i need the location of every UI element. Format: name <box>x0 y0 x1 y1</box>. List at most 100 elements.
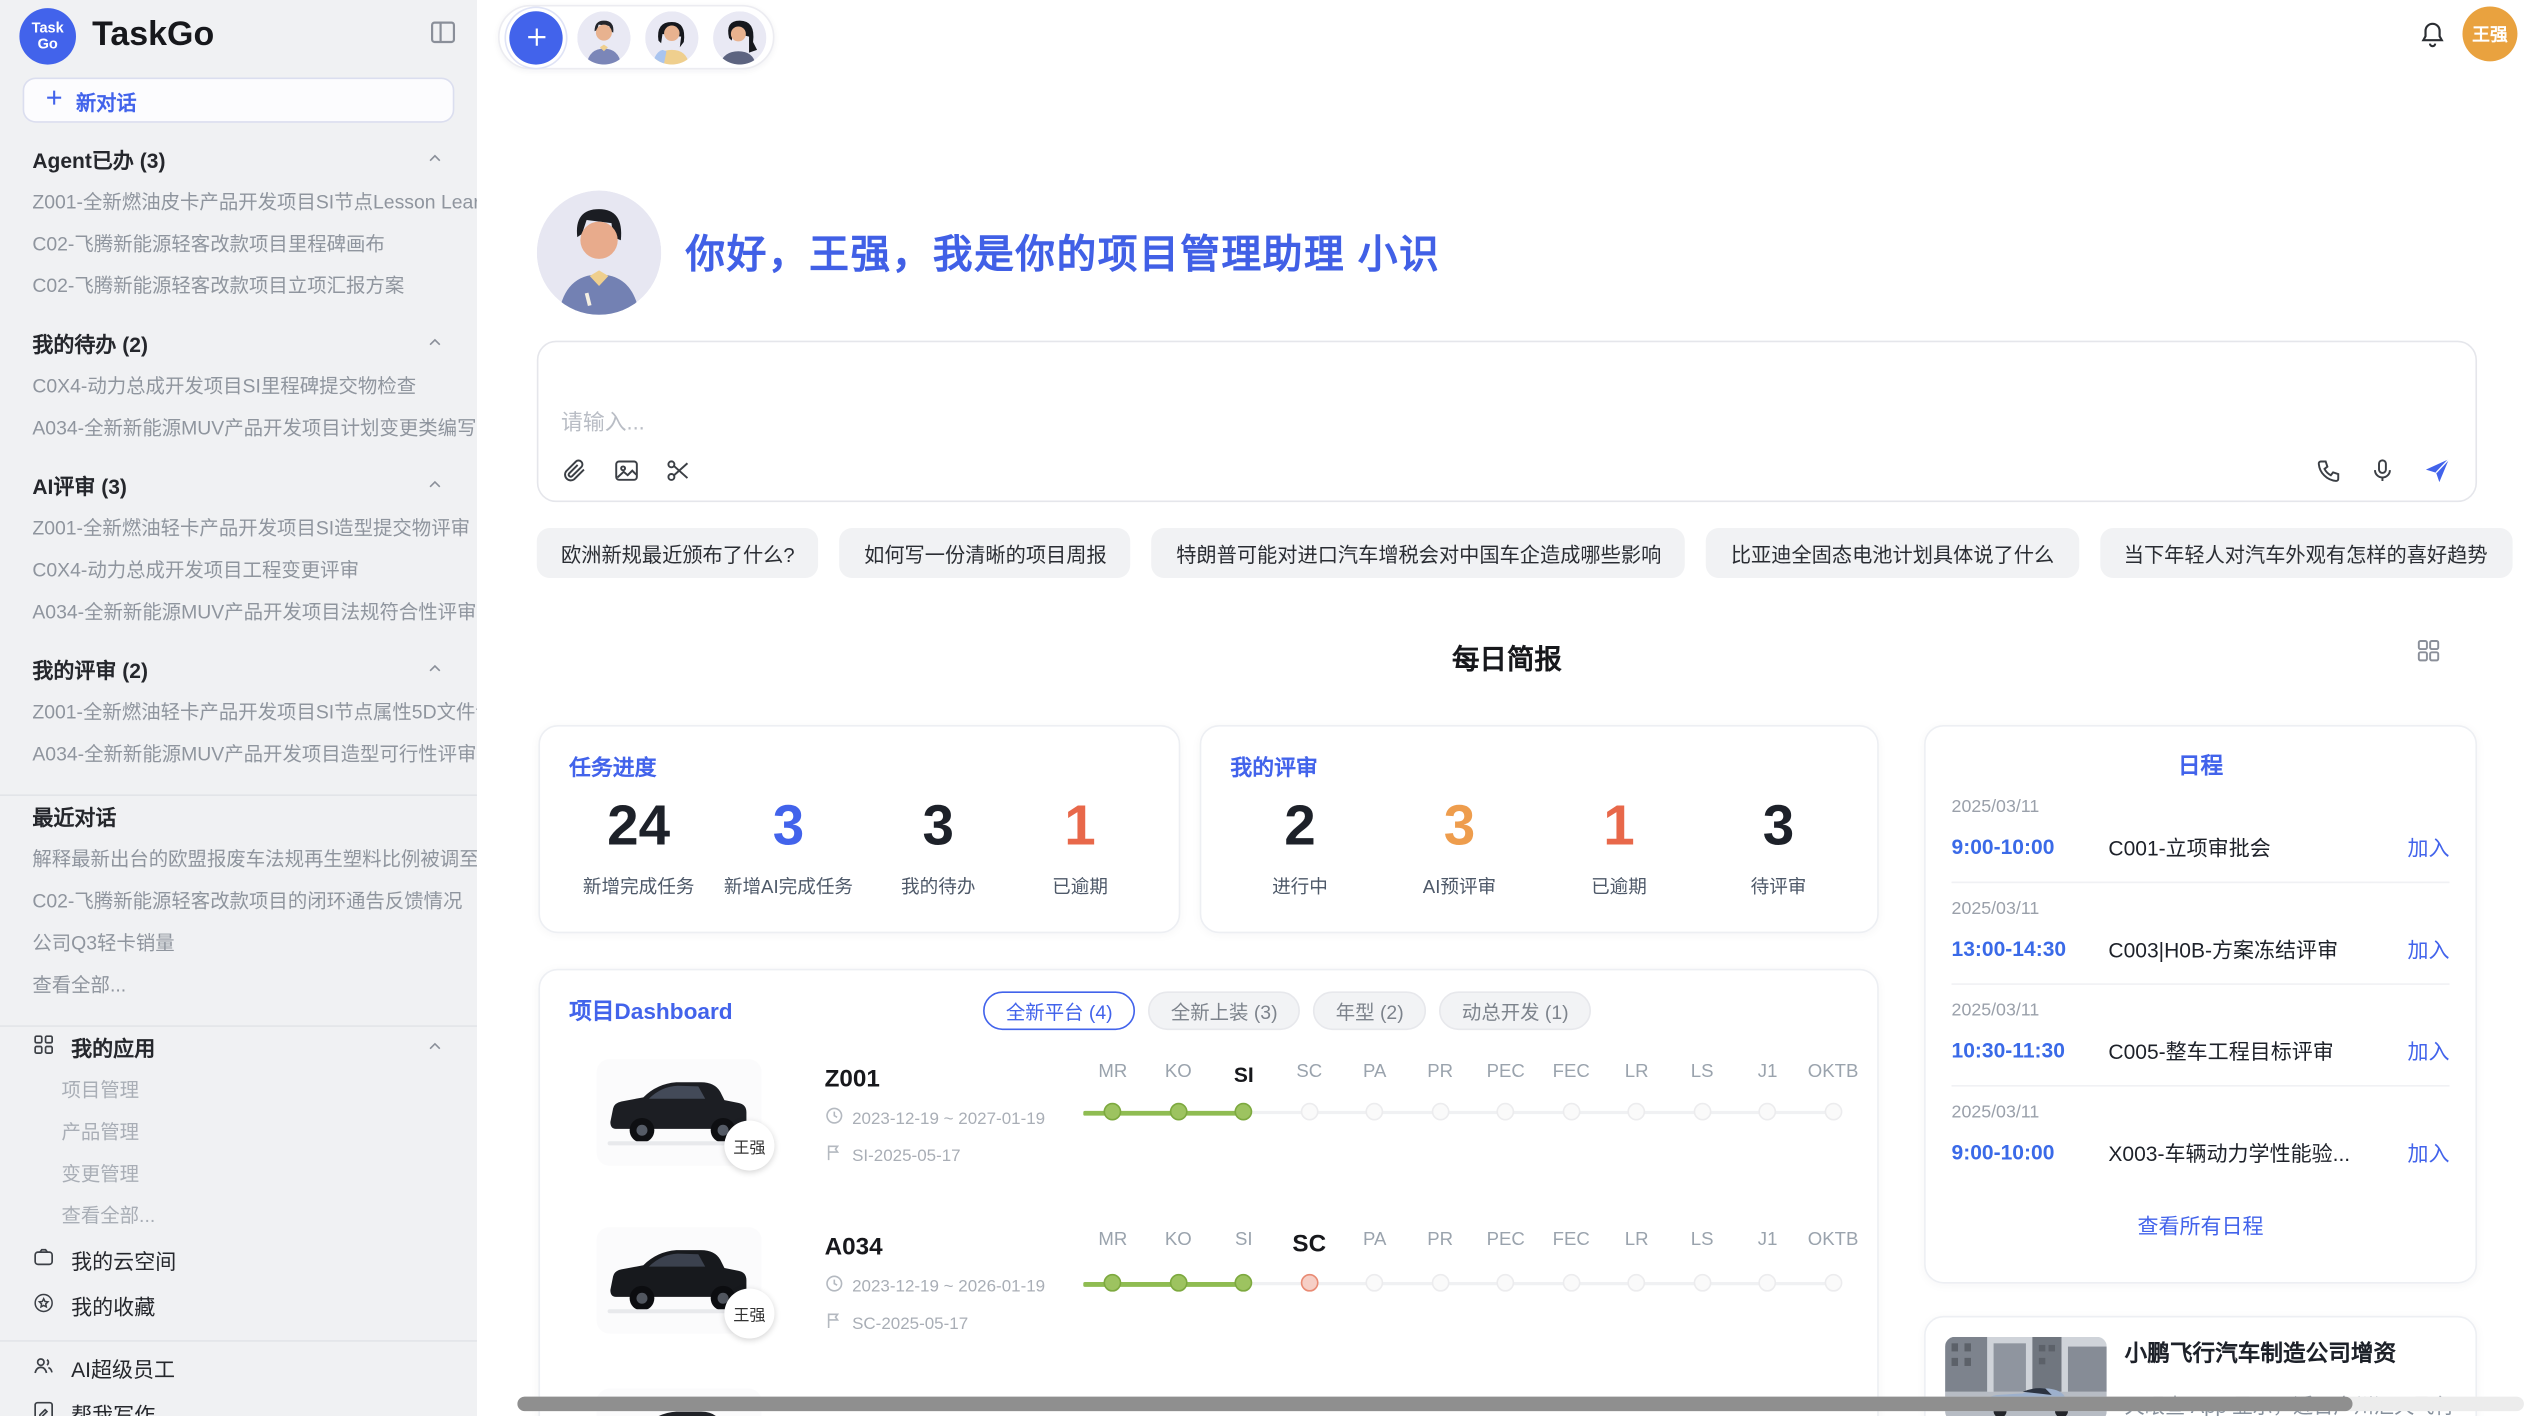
avatar[interactable] <box>577 10 630 63</box>
clock-icon <box>825 1106 844 1130</box>
sidebar-item-favorites[interactable]: 我的收藏 <box>0 1282 477 1327</box>
section-recent-chats: 最近对话 <box>32 799 444 838</box>
people-icon <box>32 1354 55 1381</box>
section-my-review[interactable]: 我的评审 (2) <box>32 652 444 691</box>
section-my-apps[interactable]: 我的应用 <box>32 1030 444 1069</box>
view-all-chats[interactable]: 查看全部... <box>0 964 477 1006</box>
join-link[interactable]: 加入 <box>2407 1137 2449 1168</box>
milestone-label: PR <box>1407 1230 1472 1257</box>
join-link[interactable]: 加入 <box>2407 1035 2449 1066</box>
milestone-dot <box>1431 1274 1449 1292</box>
milestone-dot-alert <box>1300 1274 1318 1292</box>
event-name: C003|H0B-方案冻结评审 <box>2108 933 2407 964</box>
join-link[interactable]: 加入 <box>2407 933 2449 964</box>
stat-my-todo: 3 我的待办 <box>882 794 995 899</box>
horizontal-scrollbar-thumb[interactable] <box>517 1397 2352 1412</box>
microphone-icon[interactable] <box>2369 457 2396 484</box>
project-dates: 2023-12-19 ~ 2027-01-19 <box>852 1108 1045 1127</box>
user-avatar[interactable]: 王强 <box>2462 6 2517 61</box>
app-item-change-mgmt[interactable]: 变更管理 <box>0 1153 477 1195</box>
stat-label: AI预评审 <box>1403 873 1516 899</box>
chevron-up-icon[interactable] <box>425 142 444 181</box>
suggestion-chip[interactable]: 特朗普可能对进口汽车增税会对中国车企造成哪些影响 <box>1152 528 1686 578</box>
scissors-icon[interactable] <box>665 457 692 484</box>
tab-year-model[interactable]: 年型 (2) <box>1313 991 1426 1030</box>
milestone-label: LR <box>1604 1062 1669 1086</box>
list-item[interactable]: Z001-全新燃油轻卡产品开发项目SI节点属性5D文件评审 <box>0 691 477 733</box>
milestone-dot-done <box>1234 1103 1252 1121</box>
stat-value: 1 <box>1562 794 1675 859</box>
project-flag: SC-2025-05-17 <box>852 1313 968 1332</box>
view-all-schedule-link[interactable]: 查看所有日程 <box>1952 1209 2450 1240</box>
tab-new-platform[interactable]: 全新平台 (4) <box>983 991 1135 1030</box>
milestone-dot <box>1627 1274 1645 1292</box>
sidebar-item-ai-staff[interactable]: AI超级员工 <box>0 1345 477 1390</box>
event-name: X003-车辆动力学性能验... <box>2108 1137 2407 1168</box>
list-item[interactable]: C0X4-动力总成开发项目SI里程碑提交物检查 <box>0 365 477 407</box>
new-chat-button[interactable]: 新对话 <box>23 78 455 123</box>
list-item[interactable]: A034-全新新能源MUV产品开发项目法规符合性评审 <box>0 591 477 633</box>
sidebar-item-cloud-space[interactable]: 我的云空间 <box>0 1237 477 1282</box>
recent-chat-item[interactable]: C02-飞腾新能源轻客改款项目的闭环通告反馈情况 <box>0 880 477 922</box>
list-item[interactable]: C02-飞腾新能源轻客改款项目里程碑画布 <box>0 223 477 265</box>
tab-powertrain[interactable]: 动总开发 (1) <box>1439 991 1591 1030</box>
recent-chat-item[interactable]: 解释最新出台的欧盟报废车法规再生塑料比例被调至15%... <box>0 838 477 880</box>
list-item[interactable]: Z001-全新燃油皮卡产品开发项目SI节点Lesson Learn报告 <box>0 181 477 223</box>
app-item-project-mgmt[interactable]: 项目管理 <box>0 1069 477 1111</box>
section-title: 最近对话 <box>32 799 444 838</box>
image-upload-icon[interactable] <box>613 457 640 484</box>
avatar[interactable] <box>713 10 766 63</box>
milestone-dot <box>1824 1103 1842 1121</box>
milestone-label-current: SC <box>1277 1230 1342 1257</box>
suggestion-chip[interactable]: 欧洲新规最近颁布了什么? <box>537 528 819 578</box>
suggestion-chip[interactable]: 如何写一份清晰的项目周报 <box>840 528 1131 578</box>
collapse-sidebar-icon[interactable] <box>428 17 457 54</box>
view-all-apps[interactable]: 查看全部... <box>0 1195 477 1237</box>
chevron-up-icon[interactable] <box>425 1030 444 1069</box>
stat-value: 3 <box>724 794 853 859</box>
recent-chat-item[interactable]: 公司Q3轻卡销量 <box>0 922 477 964</box>
apps-grid-icon <box>32 1030 55 1069</box>
chat-input[interactable] <box>538 342 2475 439</box>
stat-label: 我的待办 <box>882 873 995 899</box>
voice-call-icon[interactable] <box>2315 457 2342 484</box>
milestone-dot-done <box>1104 1103 1122 1121</box>
milestone-dot <box>1758 1274 1776 1292</box>
stat-in-progress: 2 进行中 <box>1243 794 1356 899</box>
list-item[interactable]: C0X4-动力总成开发项目工程变更评审 <box>0 549 477 591</box>
notification-bell-icon[interactable] <box>2417 19 2448 58</box>
chevron-up-icon[interactable] <box>425 652 444 691</box>
schedule-event: 2025/03/11 9:00-10:00 X003-车辆动力学性能验... 加… <box>1952 1087 2450 1187</box>
send-icon[interactable] <box>2422 455 2453 486</box>
suggestion-chip[interactable]: 当下年轻人对汽车外观有怎样的喜好趋势 <box>2099 528 2511 578</box>
list-item[interactable]: A034-全新新能源MUV产品开发项目造型可行性评审 <box>0 733 477 775</box>
sidebar-item-help-write[interactable]: 帮我写作 <box>0 1390 477 1416</box>
composer-toolbar <box>561 455 2453 486</box>
suggestion-chip[interactable]: 比亚迪全固态电池计划具体说了什么 <box>1707 528 2079 578</box>
list-item[interactable]: Z001-全新燃油轻卡产品开发项目SI造型提交物评审 <box>0 507 477 549</box>
project-row[interactable]: 王强 Z001 2023-12-19 ~ 2027-01-19 SI-2025-… <box>569 1049 1848 1198</box>
milestone-label-current: SI <box>1211 1062 1276 1086</box>
chevron-up-icon[interactable] <box>425 326 444 365</box>
milestone-label: PR <box>1407 1062 1472 1086</box>
stat-label: 进行中 <box>1243 873 1356 899</box>
join-link[interactable]: 加入 <box>2407 832 2449 863</box>
app-item-product-mgmt[interactable]: 产品管理 <box>0 1111 477 1153</box>
avatar[interactable] <box>645 10 698 63</box>
milestone-rail: MR KO SI SC PA PR PEC FEC LR LS J1 OKTB <box>1080 1062 1867 1123</box>
section-my-todo[interactable]: 我的待办 (2) <box>32 326 444 365</box>
layout-grid-icon[interactable] <box>2416 638 2442 672</box>
new-session-button[interactable] <box>509 10 562 63</box>
project-row[interactable]: 王强 A034 2023-12-19 ~ 2026-01-19 SC-2025-… <box>569 1217 1848 1366</box>
section-title: 我的评审 (2) <box>32 652 425 691</box>
event-time: 9:00-10:00 <box>1952 835 2109 859</box>
stat-value: 1 <box>1023 794 1136 859</box>
list-item[interactable]: A034-全新新能源MUV产品开发项目计划变更类编写 <box>0 407 477 449</box>
chevron-up-icon[interactable] <box>425 468 444 507</box>
tab-new-body[interactable]: 全新上装 (3) <box>1148 991 1300 1030</box>
attachment-icon[interactable] <box>561 457 588 484</box>
section-agent-done[interactable]: Agent已办 (3) <box>32 142 444 181</box>
list-item[interactable]: C02-飞腾新能源轻客改款项目立项汇报方案 <box>0 265 477 307</box>
section-ai-review[interactable]: AI评审 (3) <box>32 468 444 507</box>
horizontal-scrollbar-track[interactable] <box>517 1397 2524 1412</box>
